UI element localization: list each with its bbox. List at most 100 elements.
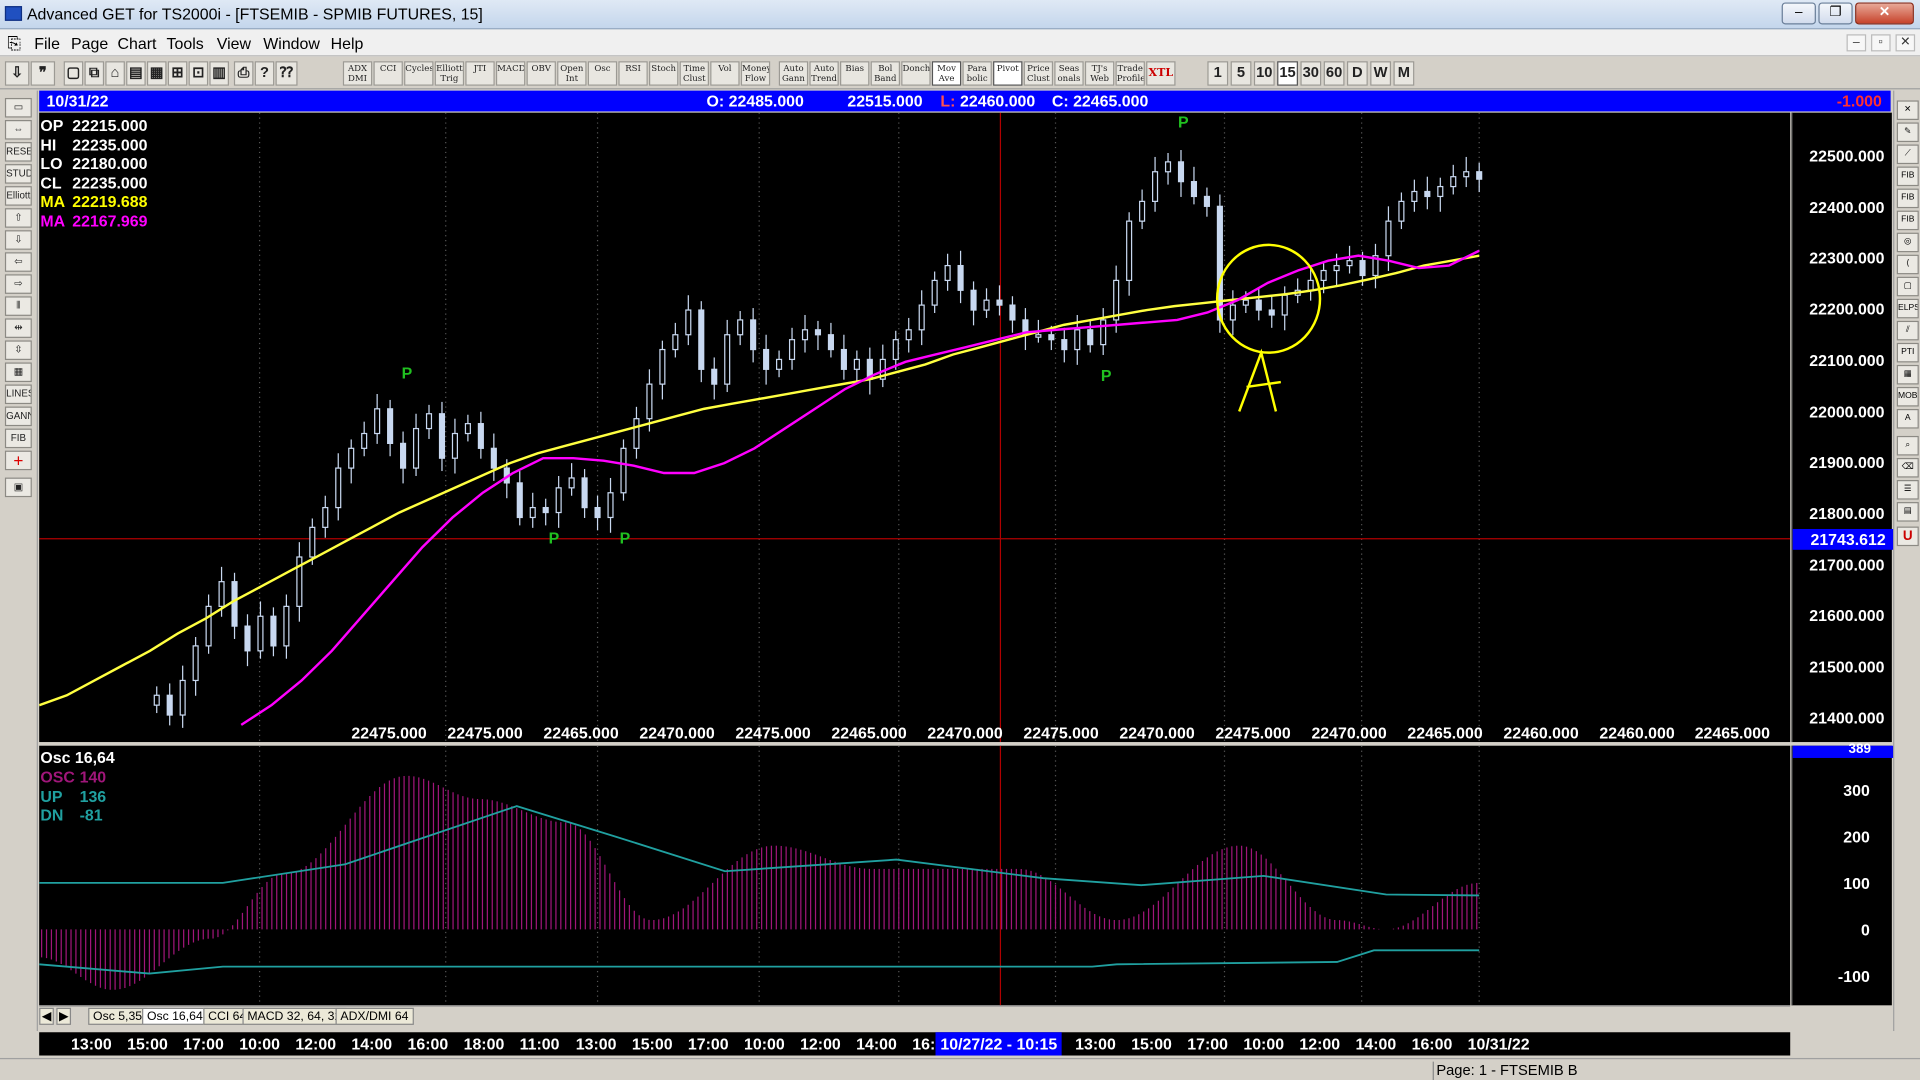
study-button-elliott-trig[interactable]: Elliott Trig [434,61,465,86]
oscillator-chart-svg[interactable] [39,745,1790,1006]
study-button-obv[interactable]: OBV [526,61,556,86]
undo-icon[interactable]: U [1896,526,1919,547]
channel-icon[interactable]: ⫽ [1896,320,1919,341]
study-button-open-int[interactable]: Open Int [557,61,587,86]
price-chart-svg[interactable]: P P P P P [39,112,1791,743]
arrow-left-icon[interactable]: ⇦ [4,252,32,272]
study-button-pivot[interactable]: Pivot [993,61,1023,86]
expand-icon[interactable]: ⇹ [4,318,32,338]
gann-icon[interactable]: GANN [4,406,32,427]
study-button-macd[interactable]: MACD [495,61,526,86]
fib-ext-icon[interactable]: FIB EXT [1896,188,1919,209]
interval-button-w[interactable]: W [1370,61,1392,86]
grid-tool-icon[interactable]: ▦ [1896,364,1919,385]
interval-button-d[interactable]: D [1346,61,1368,86]
study-button-vol[interactable]: Vol [710,61,740,86]
price-chart[interactable]: PPPPP OP 22215.000 HI 22235.000 LO 22180.000 C… [39,112,1791,743]
study-button-seas-onals[interactable]: Seas onals [1054,61,1084,86]
fib-icon[interactable]: FIB [4,428,32,449]
menu-file[interactable]: File [34,34,60,52]
study-button-time-clust[interactable]: Time Clust [679,61,709,86]
mob-icon[interactable]: MOB [1896,386,1919,407]
study-button-bol-band[interactable]: Bol Band [870,61,901,86]
copy-icon[interactable]: ⧉ [84,61,105,86]
study-button-auto-trend[interactable]: Auto Trend [809,61,839,86]
time-axis[interactable]: 10/27/22 - 10:15 13:00 15:00 17:00 10:00 12:… [39,1032,1791,1056]
pencil-icon[interactable]: ✎ [1896,122,1919,143]
eraser-icon[interactable]: ⌫ [1896,457,1919,478]
fan-icon[interactable]: ⟨ [1896,254,1919,275]
text-icon[interactable]: A [1896,408,1919,429]
study-button-donch[interactable]: Donch [901,61,931,86]
save-icon[interactable]: ▤ [126,61,146,86]
maximize-button[interactable]: ❐ [1818,2,1853,25]
fib-time-icon[interactable]: FIB TIME [1896,210,1919,231]
chart-list-icon[interactable]: ▤ [1896,502,1919,522]
tab-scroll-right-icon[interactable]: ▶ [56,1007,72,1025]
calculator-icon[interactable]: ▣ [4,477,32,498]
close-button[interactable]: ✕ [1855,2,1914,25]
tab-osc-5-35[interactable]: Osc 5,35 [88,1007,147,1025]
help-icon[interactable]: ? [254,61,275,86]
list-icon[interactable]: ☰ [1896,480,1919,500]
study-button-trade-profile[interactable]: Trade Profile [1115,61,1145,86]
close-x-icon[interactable]: ✕ [1896,100,1919,121]
tab-osc-16-64[interactable]: Osc 16,64 [142,1007,208,1025]
study-button-adx-dmi[interactable]: ADX DMI [342,61,373,86]
mdi-minimize-button[interactable]: – [1846,34,1867,52]
study-button-tj-s-web[interactable]: TJ's Web [1084,61,1115,86]
pointer-icon[interactable]: ⇩ [4,61,30,86]
interval-button-1[interactable]: 1 [1207,61,1229,86]
compress-icon[interactable]: ⇳ [4,340,32,361]
menu-page[interactable]: Page [71,34,108,52]
tab-scroll-left-icon[interactable]: ◀ [39,1007,54,1025]
tab-macd[interactable]: MACD 32, 64, 32 [242,1007,347,1025]
magnifier-icon[interactable]: ⌕ [1896,435,1919,456]
tab-adx-dmi[interactable]: ADX/DMI 64 [335,1007,414,1025]
mdi-close-button[interactable]: ✕ [1895,34,1916,52]
study-button-xtl[interactable]: XTL [1146,61,1176,86]
box-icon[interactable]: ▢ [1896,276,1919,297]
interval-button-60[interactable]: 60 [1323,61,1345,86]
study-button-jti[interactable]: JTI [465,61,495,86]
menu-view[interactable]: View [217,34,251,52]
interval-button-m[interactable]: M [1393,61,1415,86]
ellipse-icon[interactable]: ELPS [1896,298,1919,319]
bars-icon[interactable]: ⫴ [4,296,32,316]
interval-button-5[interactable]: 5 [1230,61,1252,86]
fib-ret-icon[interactable]: FIB RET [1896,166,1919,187]
interval-button-10[interactable]: 10 [1253,61,1275,86]
table-icon[interactable]: ▦ [4,362,32,383]
study-button-stoch[interactable]: Stoch [648,61,679,86]
study-button-bias[interactable]: Bias [840,61,870,86]
pti-icon[interactable]: PTI [1896,342,1919,363]
study-button-cci[interactable]: CCI [373,61,403,86]
spiral-icon[interactable]: ◎ [1896,232,1919,253]
open-icon[interactable]: ⌂ [105,61,125,86]
study-button-rsi[interactable]: RSI [618,61,648,86]
mdi-restore-button[interactable]: ▫ [1871,34,1891,52]
study-button-para-bolic[interactable]: Para bolic [962,61,992,86]
osc-y-axis[interactable]: 389 300 200 100 0 -100 [1791,742,1894,1006]
menu-chart[interactable]: Chart [118,34,157,52]
tile-icon[interactable]: ⊞ [167,61,188,86]
elliott-icon[interactable]: Elliott [4,186,32,206]
arrow-up-icon[interactable]: ⇧ [4,208,32,228]
quote-icon[interactable]: ❞ [30,61,56,86]
study-button-cycles[interactable]: Cycles [404,61,434,86]
study-button-osc[interactable]: Osc [587,61,618,86]
layout-icon[interactable]: ▥ [209,61,229,86]
cascade-icon[interactable]: ⊡ [188,61,209,86]
arrow-down-icon[interactable]: ⇩ [4,230,32,250]
print-icon[interactable]: ⎙ [233,61,254,86]
price-y-axis[interactable]: 22500.000 22400.000 22300.000 22200.000 2210… [1791,112,1894,743]
arrow-right-icon[interactable]: ⇨ [4,274,32,294]
study-button-mov-ave[interactable]: Mov Ave [931,61,962,86]
menu-help[interactable]: Help [331,34,364,52]
menu-tools[interactable]: Tools [167,34,204,52]
interval-button-30[interactable]: 30 [1300,61,1322,86]
zoom-icon[interactable]: ⇔ [4,120,32,140]
oscillator-chart[interactable]: Osc 16,64 OSC 140 UP 136 DN -81 [39,745,1791,1006]
interval-button-15[interactable]: 15 [1277,61,1298,86]
study-icon[interactable]: STUDY [4,164,32,184]
